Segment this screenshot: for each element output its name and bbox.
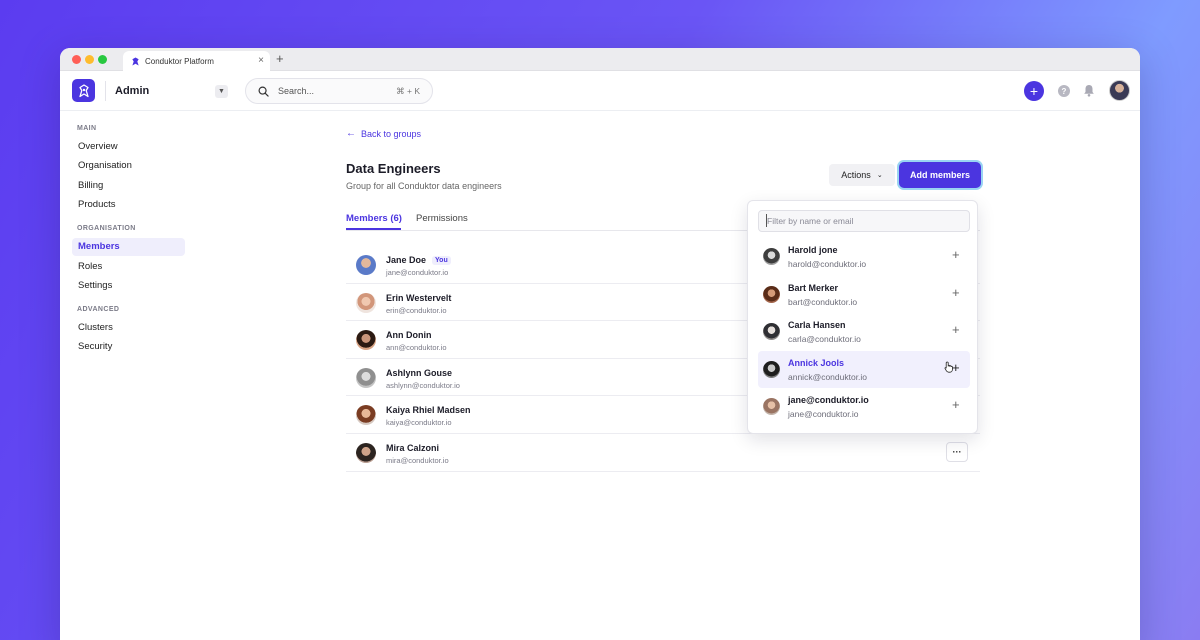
candidate-email: annick@conduktor.io	[788, 371, 868, 382]
candidate-name: Annick Jools	[788, 357, 845, 368]
page-description: Group for all Conduktor data engineers	[346, 181, 502, 191]
add-member-plus-icon[interactable]: +	[952, 248, 960, 261]
avatar	[356, 330, 376, 351]
page-title: Data Engineers	[346, 161, 441, 176]
sidebar-item-clusters[interactable]: Clusters	[72, 319, 185, 337]
candidate-email: harold@conduktor.io	[788, 259, 867, 269]
avatar	[763, 285, 780, 303]
minimize-window-button[interactable]	[85, 55, 94, 64]
avatar	[763, 323, 780, 340]
add-member-plus-icon[interactable]: +	[952, 323, 960, 336]
user-avatar[interactable]	[1109, 80, 1130, 101]
member-name: Kaiya Rhiel Madsen	[386, 405, 471, 416]
tab-close-icon[interactable]: ×	[258, 55, 264, 66]
member-name: Jane Doe You	[386, 255, 451, 265]
member-email: kaiya@conduktor.io	[386, 418, 452, 428]
avatar	[356, 255, 376, 275]
avatar	[763, 360, 780, 378]
header-divider	[105, 81, 106, 101]
arrow-left-icon: ←	[346, 128, 356, 139]
sidebar-item-organisation[interactable]: Organisation	[72, 157, 185, 175]
actions-button[interactable]: Actions ⌄	[829, 164, 895, 186]
sidebar-item-overview[interactable]: Overview	[72, 138, 185, 156]
search-placeholder: Search...	[278, 86, 315, 96]
add-member-plus-icon[interactable]: +	[952, 398, 960, 411]
sidebar-section-organisation-title: ORGANISATION	[77, 225, 136, 233]
tab-permissions[interactable]: Permissions	[416, 213, 468, 224]
app-header: Admin ▼ Search... ⌘ + K + ?	[60, 71, 1140, 111]
browser-window: Conduktor Platform × + Admin ▼ Search...…	[60, 48, 1140, 640]
sidebar-item-security[interactable]: Security	[72, 338, 185, 356]
member-name: Ashlynn Gouse	[386, 367, 453, 378]
member-email: jane@conduktor.io	[386, 268, 449, 277]
table-row: Mira Calzoni mira@conduktor.io ···	[346, 434, 980, 472]
sidebar-section-main-title: MAIN	[77, 125, 97, 132]
new-tab-button[interactable]: +	[276, 51, 284, 66]
candidate-name: Harold jone	[788, 245, 838, 255]
browser-titlebar: Conduktor Platform × +	[60, 48, 1140, 71]
org-switcher-chevron-down-icon[interactable]: ▼	[215, 85, 228, 98]
sidebar-section-advanced-title: ADVANCED	[77, 305, 120, 313]
you-badge: You	[432, 256, 451, 265]
conduktor-logo[interactable]	[72, 79, 95, 102]
back-to-groups-link[interactable]: ← Back to groups	[346, 128, 421, 139]
conduktor-logo-icon	[78, 83, 89, 97]
actions-label: Actions	[841, 170, 871, 180]
avatar	[763, 398, 780, 415]
candidate-name: Bart Merker	[788, 282, 839, 293]
conduktor-favicon-icon	[132, 56, 139, 66]
notification-bell-icon[interactable]	[1083, 84, 1095, 97]
avatar	[356, 292, 376, 313]
member-name: Erin Westervelt	[386, 292, 452, 303]
maximize-window-button[interactable]	[98, 55, 107, 64]
browser-tab[interactable]: Conduktor Platform ×	[123, 51, 270, 71]
add-member-plus-icon[interactable]: +	[952, 286, 960, 299]
member-email: ashlynn@conduktor.io	[386, 380, 460, 390]
list-item[interactable]: Bart Merker bart@conduktor.io +	[758, 276, 970, 314]
sidebar-item-roles[interactable]: Roles	[72, 258, 185, 276]
sidebar-item-settings[interactable]: Settings	[72, 277, 185, 295]
avatar	[763, 248, 780, 265]
member-email: erin@conduktor.io	[386, 305, 447, 315]
list-item[interactable]: Harold jone harold@conduktor.io +	[758, 238, 970, 276]
active-tab-indicator	[346, 228, 401, 230]
sidebar: MAIN Overview Organisation Billing Produ…	[60, 111, 190, 358]
close-window-button[interactable]	[72, 55, 81, 64]
candidate-email: bart@conduktor.io	[788, 296, 858, 307]
help-icon[interactable]: ?	[1058, 85, 1070, 97]
filter-input[interactable]	[758, 210, 970, 232]
chevron-down-icon: ⌄	[876, 172, 883, 179]
list-item[interactable]: Carla Hansen carla@conduktor.io +	[758, 313, 970, 351]
member-email: mira@conduktor.io	[386, 455, 449, 465]
candidate-email: carla@conduktor.io	[788, 334, 861, 344]
list-item[interactable]: jane@conduktor.io jane@conduktor.io +	[758, 388, 970, 426]
avatar	[356, 442, 376, 463]
search-shortcut: ⌘ + K	[396, 85, 420, 96]
add-member-plus-icon[interactable]: +	[952, 361, 960, 374]
avatar	[356, 405, 376, 426]
sidebar-item-products[interactable]: Products	[72, 196, 185, 214]
sidebar-item-members[interactable]: Members	[72, 238, 185, 257]
org-name: Admin	[115, 85, 150, 97]
candidate-name: Carla Hansen	[788, 320, 846, 330]
back-link-label: Back to groups	[361, 128, 422, 139]
more-options-button[interactable]: ···	[946, 441, 968, 462]
member-email: ann@conduktor.io	[386, 343, 447, 353]
browser-tab-title: Conduktor Platform	[145, 56, 214, 66]
search-icon	[258, 86, 269, 97]
add-members-button[interactable]: Add members	[899, 162, 981, 188]
list-item[interactable]: Annick Jools annick@conduktor.io +	[758, 350, 970, 388]
sidebar-item-billing[interactable]: Billing	[72, 177, 185, 195]
create-plus-button[interactable]: +	[1024, 81, 1044, 101]
member-name: Ann Donin	[386, 330, 432, 341]
candidate-email: jane@conduktor.io	[788, 409, 859, 419]
candidate-list: Harold jone harold@conduktor.io + Bart M…	[758, 238, 970, 426]
candidate-name: jane@conduktor.io	[788, 395, 869, 405]
text-cursor	[766, 214, 767, 227]
search-bar[interactable]: Search... ⌘ + K	[245, 78, 433, 104]
tab-members[interactable]: Members (6)	[346, 213, 402, 224]
avatar	[356, 367, 376, 388]
member-name: Mira Calzoni	[386, 442, 440, 453]
add-members-dropdown: Harold jone harold@conduktor.io + Bart M…	[747, 200, 978, 434]
